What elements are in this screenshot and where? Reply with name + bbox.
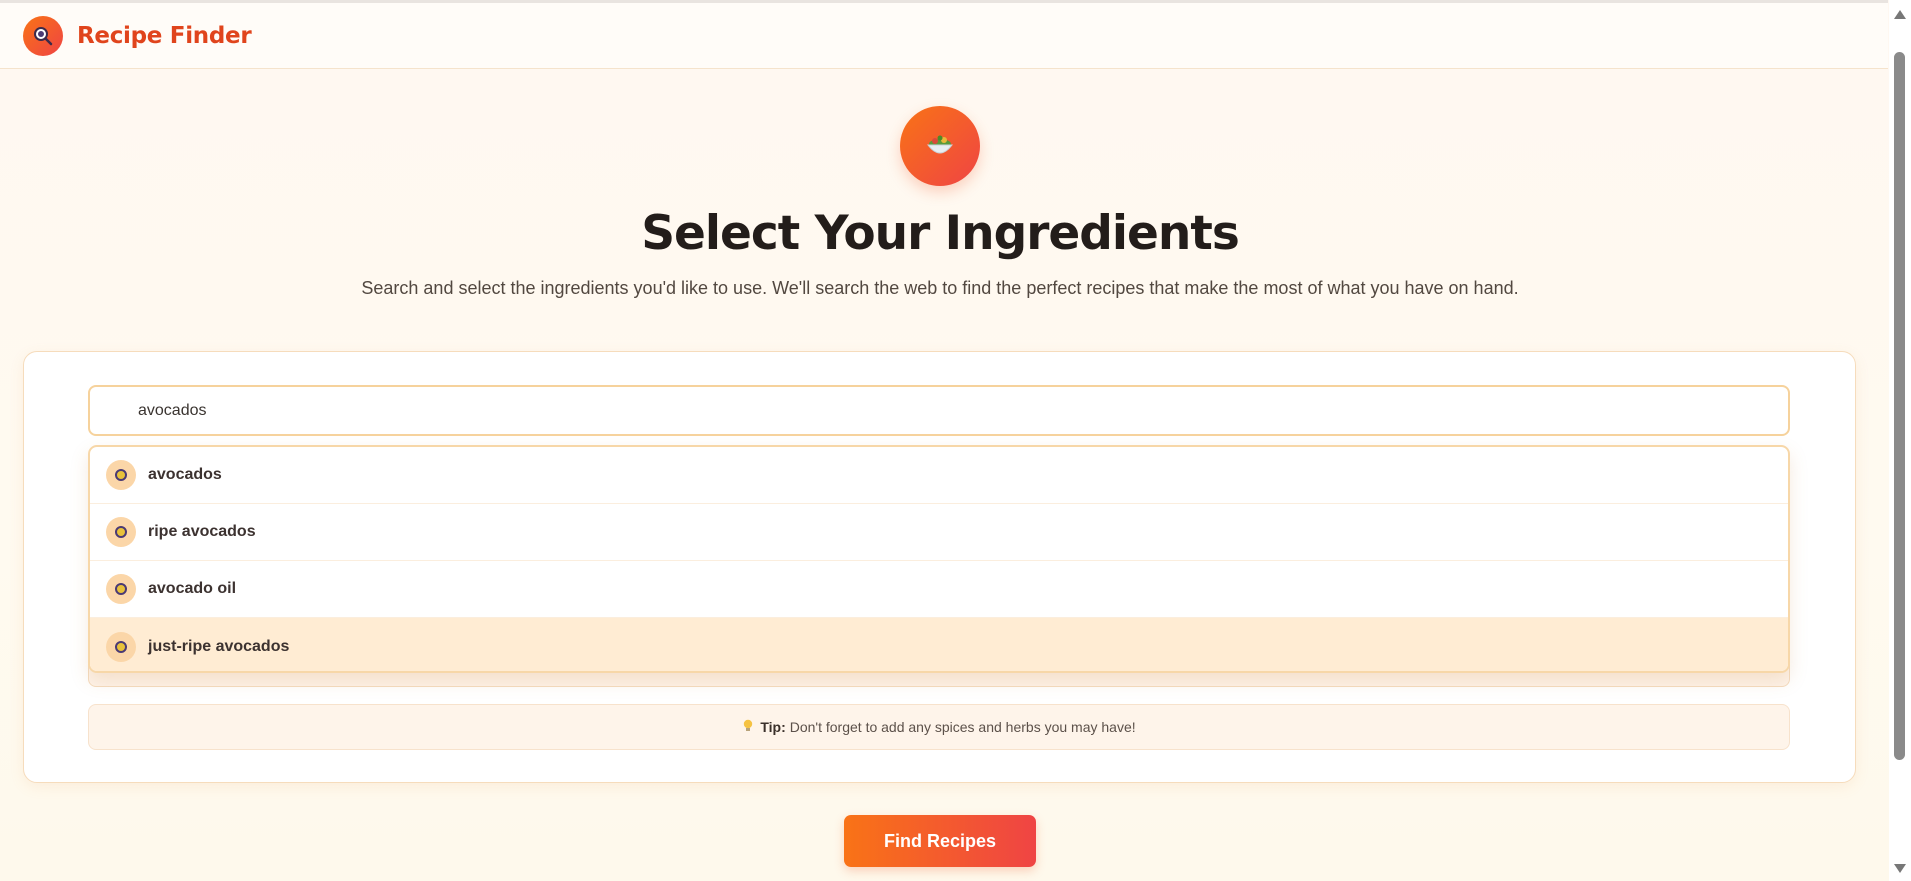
- page-subtitle: Search and select the ingredients you'd …: [361, 278, 1519, 298]
- scroll-up-arrow-icon[interactable]: [1894, 10, 1906, 19]
- salad-bowl-icon: [900, 106, 980, 186]
- ingredient-icon: [106, 574, 136, 604]
- suggestion-label: avocados: [148, 466, 222, 483]
- tip-label: Tip:: [760, 719, 786, 735]
- page-title: Select Your Ingredients: [641, 206, 1240, 261]
- find-recipes-button[interactable]: Find Recipes: [844, 815, 1036, 867]
- tip-text: Don't forget to add any spices and herbs…: [789, 719, 1136, 735]
- suggestion-dropdown: avocados ripe avocados avocado oil just-…: [88, 445, 1790, 673]
- ingredient-search-input[interactable]: avocados: [88, 385, 1790, 436]
- app-title[interactable]: Recipe Finder: [77, 23, 252, 49]
- suggestion-item[interactable]: ripe avocados: [90, 504, 1788, 561]
- suggestion-item-highlighted[interactable]: just-ripe avocados: [90, 618, 1788, 671]
- scroll-down-arrow-icon[interactable]: [1894, 864, 1906, 873]
- ingredient-icon: [106, 517, 136, 547]
- suggestion-item[interactable]: avocado oil: [90, 561, 1788, 618]
- ingredient-icon: [106, 460, 136, 490]
- tip-banner: Tip: Don't forget to add any spices and …: [88, 704, 1790, 750]
- suggestion-label: just-ripe avocados: [148, 637, 290, 655]
- search-value: avocados: [138, 401, 207, 419]
- scrollbar-thumb[interactable]: [1894, 52, 1905, 760]
- suggestion-label: avocado oil: [148, 580, 237, 597]
- magnifier-icon[interactable]: [23, 15, 63, 56]
- app-header: Recipe Finder: [0, 3, 1888, 69]
- suggestion-label: ripe avocados: [148, 523, 256, 540]
- suggestion-item[interactable]: avocados: [90, 447, 1788, 504]
- lightbulb-icon: [742, 719, 754, 736]
- scrollbar[interactable]: [1889, 0, 1911, 881]
- ingredient-icon: [106, 631, 136, 662]
